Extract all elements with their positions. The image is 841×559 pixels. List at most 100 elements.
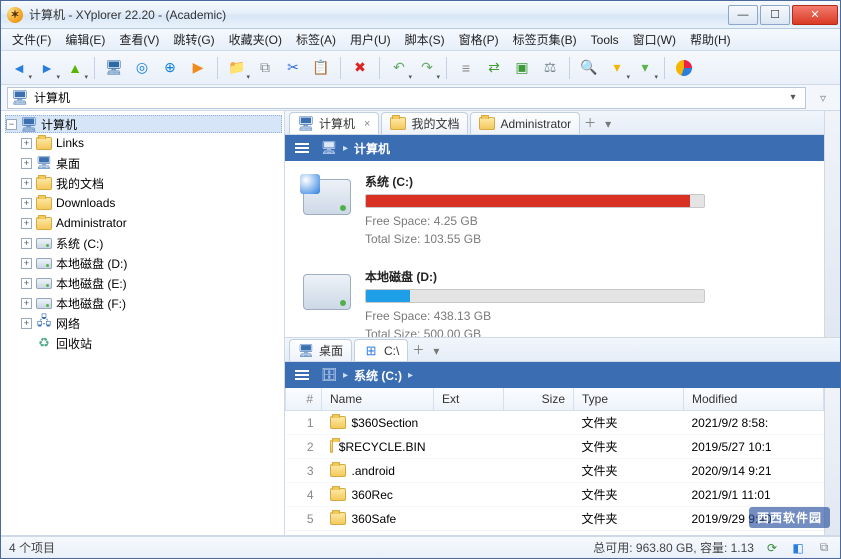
expander-icon[interactable]: + (21, 198, 32, 209)
drive-card[interactable]: 系统 (C:)Free Space: 4.25 GBTotal Size: 10… (303, 173, 812, 248)
up-icon[interactable]: ▲▾ (63, 56, 87, 80)
expander-icon[interactable]: + (21, 138, 32, 149)
menu-item[interactable]: 帮助(H) (683, 29, 738, 50)
menu-item[interactable]: 查看(V) (112, 29, 166, 50)
close-icon[interactable]: × (364, 118, 370, 130)
address-input[interactable] (32, 90, 781, 106)
crumb-label[interactable]: 系统 (C:) (354, 367, 402, 384)
weight-icon[interactable]: ⚖ (538, 56, 562, 80)
menu-item[interactable]: 编辑(E) (58, 29, 112, 50)
menu-item[interactable]: 窗格(P) (452, 29, 506, 50)
funnel-icon[interactable]: ▾▾ (633, 56, 657, 80)
expander-icon[interactable]: + (21, 158, 32, 169)
new-folder-icon[interactable]: 📁▾ (225, 56, 249, 80)
address-dropdown-icon[interactable]: ▾ (785, 92, 801, 103)
table-row[interactable]: 3.android文件夹2020/9/14 9:21 (286, 459, 824, 483)
expander-icon[interactable]: + (21, 298, 32, 309)
menu-item[interactable]: 文件(F) (5, 29, 58, 50)
drive-card[interactable]: 本地磁盘 (D:)Free Space: 438.13 GBTotal Size… (303, 268, 812, 337)
expander-icon[interactable]: + (21, 238, 32, 249)
back-icon[interactable]: ◄▾ (7, 56, 31, 80)
file-list[interactable]: # Name Ext Size Type Modified 1$360Secti… (285, 388, 824, 535)
address-box[interactable]: 🖥 ▾ (7, 87, 806, 109)
tree-node[interactable]: +Links (21, 133, 282, 153)
menu-item[interactable]: Tools (584, 31, 626, 49)
tree-node[interactable]: +本地磁盘 (E:) (21, 273, 282, 293)
paste-icon[interactable]: 📋 (309, 56, 333, 80)
col-ext[interactable]: Ext (434, 388, 504, 411)
tree-node[interactable]: ♻回收站 (21, 333, 282, 353)
tree-node[interactable]: +🖧网络 (21, 313, 282, 333)
filter-icon[interactable]: ≡ (454, 56, 478, 80)
tab[interactable]: 🖥桌面 (289, 339, 352, 361)
tree-node[interactable]: + Downloads (21, 193, 282, 213)
address-filter-icon[interactable]: ▿ (812, 87, 834, 109)
funnel-icon[interactable]: ▾▾ (605, 56, 629, 80)
separator (217, 57, 218, 79)
undo-icon[interactable]: ↶▾ (387, 56, 411, 80)
folder-tree[interactable]: − 🖥 计算机 +Links+🖥桌面+我的文档+Downloads+Admini… (1, 111, 285, 535)
col-type[interactable]: Type (574, 388, 684, 411)
separator (664, 57, 665, 79)
menu-item[interactable]: 标签页集(B) (506, 29, 584, 50)
find-icon[interactable]: 🔍 (577, 56, 601, 80)
add-tab-button[interactable]: ＋ (582, 114, 598, 134)
table-row[interactable]: 4360Rec文件夹2021/9/1 11:01 (286, 483, 824, 507)
col-name[interactable]: Name (322, 388, 434, 411)
menu-icon[interactable] (291, 366, 313, 384)
tree-root-computer[interactable]: − 🖥 计算机 (5, 115, 282, 133)
delete-icon[interactable]: ✖ (348, 56, 372, 80)
desktop-icon[interactable]: 🖥 (102, 56, 126, 80)
menu-item[interactable]: 窗口(W) (626, 29, 683, 50)
tab[interactable]: 🖥计算机× (289, 112, 379, 134)
play-icon[interactable]: ▶ (186, 56, 210, 80)
expander-icon[interactable]: − (6, 119, 17, 130)
tree-node[interactable]: +🖥桌面 (21, 153, 282, 173)
forward-icon[interactable]: ►▾ (35, 56, 59, 80)
crumb-label[interactable]: 计算机 (354, 140, 390, 157)
tree-node[interactable]: +我的文档 (21, 173, 282, 193)
menu-item[interactable]: 跳转(G) (166, 29, 221, 50)
redo-icon[interactable]: ↷▾ (415, 56, 439, 80)
table-row[interactable]: 2$RECYCLE.BIN文件夹2019/5/27 10:1 (286, 435, 824, 459)
cell-name: $RECYCLE.BIN (322, 435, 434, 459)
scrollbar[interactable] (824, 111, 840, 337)
sync-icon[interactable]: ⇄ (482, 56, 506, 80)
expander-icon[interactable]: + (21, 178, 32, 189)
menu-item[interactable]: 收藏夹(O) (222, 29, 289, 50)
table-row[interactable]: 1$360Section文件夹2021/9/2 8:58: (286, 411, 824, 435)
tree-label: Downloads (56, 196, 115, 210)
minimize-button[interactable]: — (728, 5, 758, 25)
tab-menu-icon[interactable]: ▾ (428, 344, 444, 361)
maximize-button[interactable]: ☐ (760, 5, 790, 25)
expander-icon[interactable]: + (21, 278, 32, 289)
menu-icon[interactable] (291, 139, 313, 157)
tab[interactable]: ⊞C:\ (354, 339, 408, 361)
table-row[interactable]: 5360Safe文件夹2019/9/29 9:40 (286, 507, 824, 531)
add-tab-button[interactable]: ＋ (410, 341, 426, 361)
cut-icon[interactable]: ✂ (281, 56, 305, 80)
close-button[interactable]: ✕ (792, 5, 838, 25)
tab-menu-icon[interactable]: ▾ (600, 117, 616, 134)
tree-node[interactable]: +本地磁盘 (F:) (21, 293, 282, 313)
col-modified[interactable]: Modified (684, 388, 824, 411)
menu-item[interactable]: 用户(U) (343, 29, 398, 50)
expander-icon[interactable]: + (21, 258, 32, 269)
menu-item[interactable]: 脚本(S) (398, 29, 452, 50)
copy-icon[interactable]: ⧉ (253, 56, 277, 80)
zoom-icon[interactable]: ⊕ (158, 56, 182, 80)
tree-node[interactable]: +Administrator (21, 213, 282, 233)
expander-icon[interactable]: + (21, 218, 32, 229)
tab[interactable]: Administrator (470, 112, 580, 134)
menu-item[interactable]: 标签(A) (289, 29, 343, 50)
col-number[interactable]: # (286, 388, 322, 411)
tab[interactable]: 我的文档 (381, 112, 468, 134)
col-size[interactable]: Size (504, 388, 574, 411)
expander-icon[interactable]: + (21, 318, 32, 329)
shield-icon[interactable]: ▣ (510, 56, 534, 80)
target-icon[interactable]: ◎ (130, 56, 154, 80)
expander-icon[interactable] (21, 338, 32, 349)
pie-chart-icon[interactable] (672, 56, 696, 80)
tree-node[interactable]: +系统 (C:) (21, 233, 282, 253)
tree-node[interactable]: +本地磁盘 (D:) (21, 253, 282, 273)
